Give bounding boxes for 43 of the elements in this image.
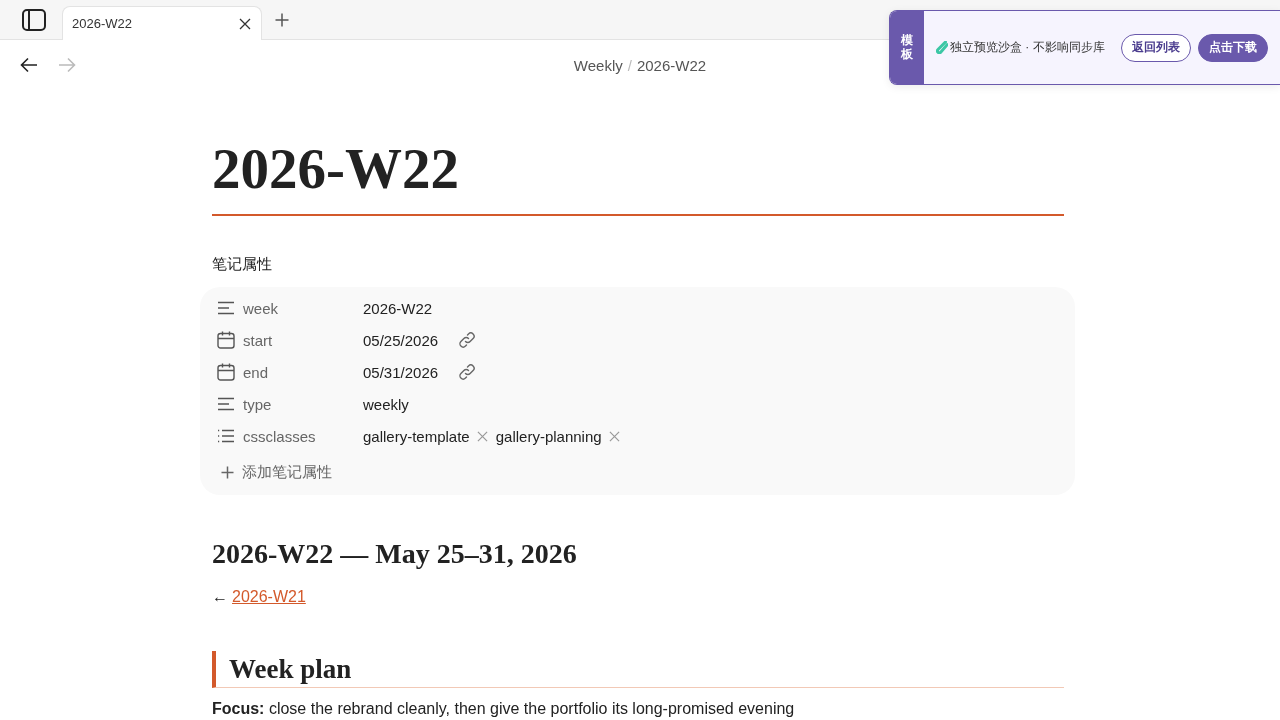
link-icon[interactable] — [458, 363, 477, 381]
property-key[interactable]: week — [243, 299, 363, 317]
date-value[interactable]: 05/25/2026 — [363, 331, 439, 349]
note-title: 2026-W22 — [212, 90, 1064, 216]
plus-icon[interactable] — [275, 12, 289, 27]
property-value[interactable]: weekly — [363, 395, 409, 413]
remove-icon[interactable] — [608, 430, 620, 442]
property-value[interactable]: 2026-W22 — [363, 299, 433, 317]
template-label: 模板 — [901, 34, 913, 61]
add-property-button[interactable]: 添加笔记属性 — [216, 456, 338, 488]
back-to-list-button[interactable]: 返回列表 — [1120, 33, 1191, 62]
previous-week-link[interactable]: 2026-W21 — [232, 588, 306, 606]
subsection-heading: Week plan — [212, 651, 1064, 688]
remove-icon[interactable] — [476, 430, 488, 442]
tab-title: 2026-W22 — [72, 16, 132, 31]
property-key[interactable]: end — [243, 363, 363, 381]
focus-paragraph: Focus: close the rebrand cleanly, then give the portfolio its long-promised evening — [212, 700, 796, 717]
calendar-icon — [217, 363, 235, 381]
plus-icon — [221, 465, 234, 479]
list-icon — [217, 429, 235, 443]
property-key[interactable]: type — [243, 395, 363, 413]
property-key[interactable]: start — [243, 331, 363, 349]
calendar-icon — [217, 331, 235, 349]
link-icon[interactable] — [458, 331, 477, 349]
banner-message: 独立预览沙盒 · 不影响同步库 — [950, 39, 1105, 56]
property-key[interactable]: cssclasses — [243, 427, 363, 445]
css-class-name: gallery-planning — [495, 427, 602, 445]
breadcrumb-link[interactable]: Weekly — [573, 56, 623, 74]
note-tab[interactable]: 2026-W22 — [62, 6, 262, 40]
css-class-name: gallery-template — [363, 427, 470, 445]
date-value[interactable]: 05/31/2026 — [363, 363, 439, 381]
close-icon[interactable] — [239, 17, 251, 30]
breadcrumb-separator: / — [627, 56, 632, 74]
properties-heading: 笔记属性 — [212, 254, 273, 274]
arrow-glyph: ← — [212, 588, 228, 606]
back-arrow-icon[interactable] — [20, 57, 38, 73]
test-tube-icon — [936, 41, 948, 54]
lines-icon — [217, 301, 235, 315]
section-heading: 2026-W22 — May 25–31, 2026 — [212, 537, 578, 571]
breadcrumb-current: 2026-W22 — [636, 56, 707, 74]
download-button[interactable]: 点击下载 — [1197, 33, 1268, 62]
lines-icon — [217, 397, 235, 411]
sidebar-toggle-icon[interactable] — [22, 8, 46, 31]
